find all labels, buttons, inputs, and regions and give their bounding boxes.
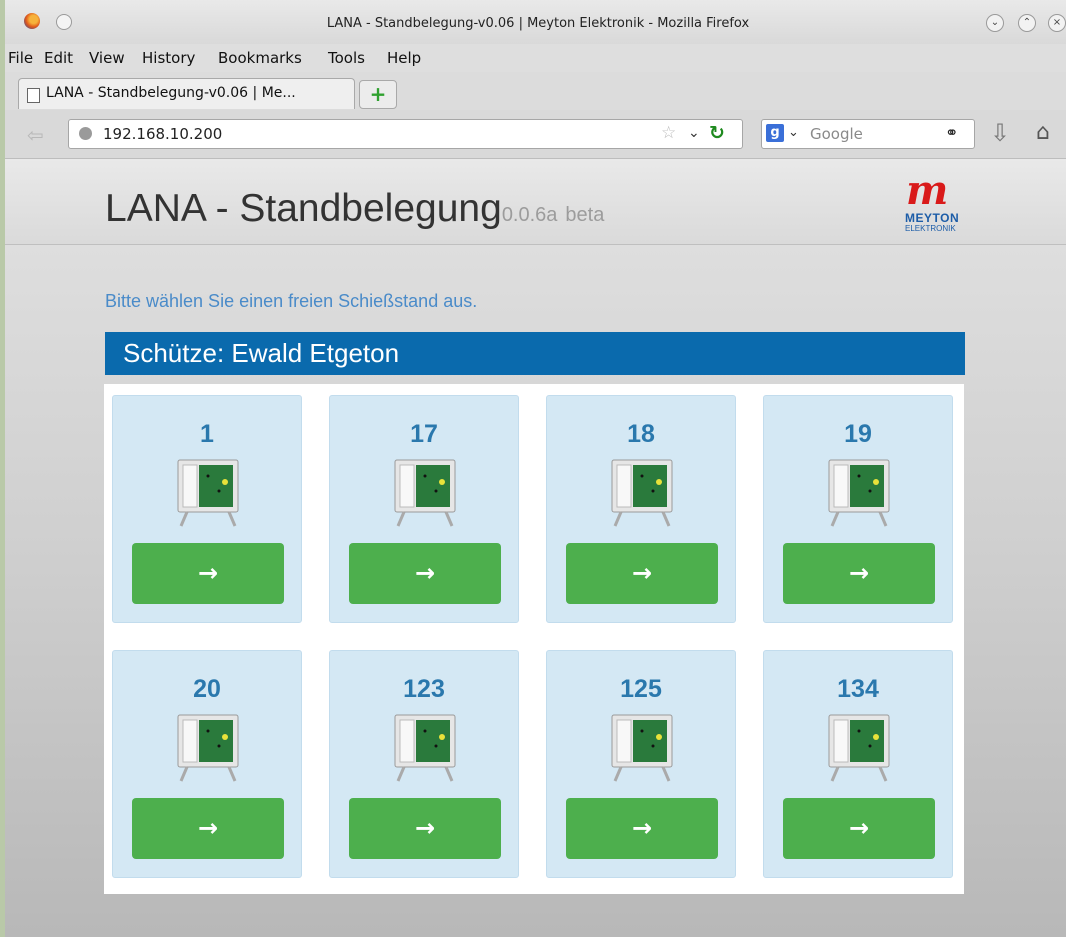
stand-number: 125 <box>620 675 662 703</box>
stand-card: 19 → <box>763 395 953 623</box>
menu-tools[interactable]: Tools <box>328 49 365 67</box>
home-icon[interactable]: ⌂ <box>1036 120 1050 145</box>
monitor-icon <box>394 714 456 782</box>
stand-number: 20 <box>193 675 221 703</box>
meyton-m-icon: m <box>906 167 949 214</box>
select-stand-button[interactable]: → <box>132 798 284 859</box>
monitor-icon <box>611 459 673 527</box>
maximize-icon[interactable]: ⌃ <box>1018 14 1036 32</box>
monitor-icon <box>177 714 239 782</box>
select-stand-prompt: Bitte wählen Sie einen freien Schießstan… <box>105 291 478 311</box>
stand-number: 18 <box>627 420 655 448</box>
stand-card: 123 → <box>329 650 519 878</box>
menu-history[interactable]: History <box>142 49 195 67</box>
stand-number: 1 <box>200 420 214 448</box>
monitor-icon <box>177 459 239 527</box>
tab-bar: LANA - Standbelegung-v0.06 | Me... + <box>5 72 1066 110</box>
menu-bar: File Edit View History Bookmarks Tools H… <box>5 44 1066 72</box>
stand-number: 123 <box>403 675 445 703</box>
monitor-icon <box>828 714 890 782</box>
app-title-text: LANA - Standbelegung <box>105 187 502 230</box>
tab-title: LANA - Standbelegung-v0.06 | Me... <box>46 85 296 101</box>
google-engine-icon[interactable]: g <box>766 124 784 142</box>
stand-card: 17 → <box>329 395 519 623</box>
page-content: LANA - Standbelegung0.0.6a beta m MEYTON … <box>5 159 1066 937</box>
search-engine-dropdown-icon[interactable]: ⌄ <box>788 125 799 140</box>
select-stand-button[interactable]: → <box>132 543 284 604</box>
select-stand-button[interactable]: → <box>349 543 501 604</box>
address-bar[interactable]: 192.168.10.200 ☆ ⌄ ↻ <box>68 119 743 149</box>
page-header: LANA - Standbelegung0.0.6a beta m MEYTON … <box>5 159 1066 245</box>
stand-number: 19 <box>844 420 872 448</box>
app-version: 0.0.6a <box>501 204 558 226</box>
app-title: LANA - Standbelegung0.0.6a beta <box>105 187 604 231</box>
menu-help[interactable]: Help <box>387 49 421 67</box>
monitor-icon <box>828 459 890 527</box>
url-history-dropdown-icon[interactable]: ⌄ <box>688 125 700 141</box>
search-bar[interactable]: g ⌄ Google ⚭ <box>761 119 975 149</box>
binoculars-icon[interactable]: ⚭ <box>945 123 958 142</box>
logo-text-meyton: MEYTON <box>905 211 960 225</box>
stand-card: 125 → <box>546 650 736 878</box>
navigation-bar: ⇦ 192.168.10.200 ☆ ⌄ ↻ g ⌄ Google ⚭ ⇩ ⌂ <box>5 110 1066 159</box>
back-arrow-icon[interactable]: ⇦ <box>27 123 44 147</box>
select-stand-button[interactable]: → <box>566 543 718 604</box>
close-icon[interactable]: × <box>1048 14 1066 32</box>
new-tab-button[interactable]: + <box>359 80 397 109</box>
menu-file[interactable]: File <box>8 49 33 67</box>
tab-active[interactable]: LANA - Standbelegung-v0.06 | Me... <box>18 78 355 109</box>
meyton-logo: m MEYTON ELEKTRONIK <box>904 167 974 235</box>
stand-card: 20 → <box>112 650 302 878</box>
url-text[interactable]: 192.168.10.200 <box>103 125 222 143</box>
menu-edit[interactable]: Edit <box>44 49 73 67</box>
shooter-name-bar: Schütze: Ewald Etgeton <box>105 332 965 375</box>
stand-card: 134 → <box>763 650 953 878</box>
browser-window: LANA - Standbelegung-v0.06 | Meyton Elek… <box>0 0 1066 937</box>
select-stand-button[interactable]: → <box>783 798 935 859</box>
window-title: LANA - Standbelegung-v0.06 | Meyton Elek… <box>326 16 750 31</box>
search-placeholder[interactable]: Google <box>810 125 863 143</box>
monitor-icon <box>394 459 456 527</box>
download-icon[interactable]: ⇩ <box>990 119 1010 147</box>
reload-icon[interactable]: ↻ <box>709 122 725 144</box>
beta-label: beta <box>565 204 605 226</box>
select-stand-button[interactable]: → <box>349 798 501 859</box>
menu-bookmarks[interactable]: Bookmarks <box>218 49 302 67</box>
logo-text-elektronik: ELEKTRONIK <box>905 224 956 233</box>
menu-view[interactable]: View <box>89 49 125 67</box>
globe-icon <box>79 127 92 140</box>
select-stand-button[interactable]: → <box>783 543 935 604</box>
stand-number: 134 <box>837 675 879 703</box>
stand-number: 17 <box>410 420 438 448</box>
minimize-icon[interactable]: ⌄ <box>986 14 1004 32</box>
page-favicon-icon <box>27 88 40 103</box>
monitor-icon <box>611 714 673 782</box>
select-stand-button[interactable]: → <box>566 798 718 859</box>
title-bar: LANA - Standbelegung-v0.06 | Meyton Elek… <box>5 0 1066 44</box>
bookmark-star-icon[interactable]: ☆ <box>661 123 676 143</box>
stand-card: 18 → <box>546 395 736 623</box>
stand-card: 1 → <box>112 395 302 623</box>
stand-grid: 1 → 17 → 18 → 19 → 20 → 123 → 125 → 134 … <box>104 384 964 894</box>
